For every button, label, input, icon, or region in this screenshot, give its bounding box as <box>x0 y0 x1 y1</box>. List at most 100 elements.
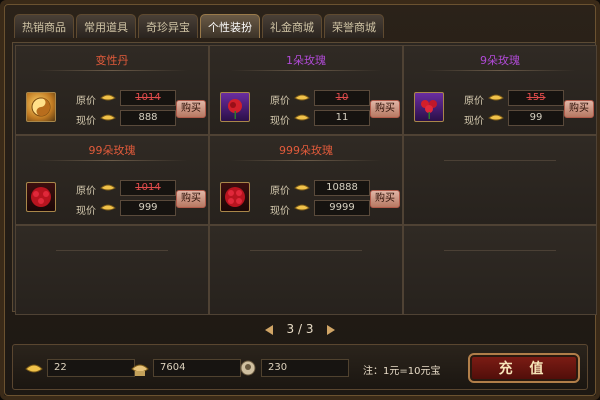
original-price-value: 1014 <box>120 180 176 196</box>
honor-amount: 230 <box>261 359 349 377</box>
divider <box>444 160 556 161</box>
gold-ingot-icon <box>488 94 504 101</box>
divider <box>230 160 382 161</box>
gold-ingot-icon <box>25 364 43 373</box>
tab-gift-gold-shop[interactable]: 礼金商城 <box>262 14 322 38</box>
currency-bar: 22 7604 230 注：1元=10元宝 充 值 <box>12 344 588 390</box>
buy-button[interactable]: 购买 <box>176 190 206 208</box>
buy-button[interactable]: 购买 <box>370 100 400 118</box>
original-price-row: 原价 10 <box>270 90 380 107</box>
items-grid: 变性丹 原价 1014 现价 888 购买 1朵玫瑰 原价 10 现价 11 购… <box>12 42 597 315</box>
divider <box>36 160 188 161</box>
original-price-label: 原价 <box>270 96 290 107</box>
ninety-nine-roses-icon <box>31 187 51 207</box>
gift-ingot-amount: 7604 <box>153 359 241 377</box>
original-price-label: 原价 <box>76 96 96 107</box>
empty-item-slot <box>403 225 597 315</box>
tab-rare-treasures[interactable]: 奇珍异宝 <box>138 14 198 38</box>
original-price-row: 原价 155 <box>464 90 574 107</box>
current-price-row: 现价 888 <box>76 110 186 127</box>
honor-icon <box>240 360 256 376</box>
divider <box>444 250 556 251</box>
item-card: 1朵玫瑰 原价 10 现价 11 购买 <box>209 45 403 135</box>
original-price-value: 1014 <box>120 90 176 106</box>
original-price-label: 原价 <box>464 96 484 107</box>
pagination: 3 / 3 <box>4 322 596 336</box>
current-price-value: 999 <box>120 200 176 216</box>
next-page-icon[interactable] <box>327 324 336 335</box>
current-price-label: 现价 <box>270 116 290 127</box>
item-name: 9朵玫瑰 <box>480 54 520 67</box>
gold-ingot-icon <box>488 114 504 121</box>
recharge-button[interactable]: 充 值 <box>468 353 580 383</box>
nine-hundred-ninety-nine-roses-icon <box>225 187 245 207</box>
original-price-row: 原价 10888 <box>270 180 380 197</box>
yin-yang-pill-icon <box>31 97 51 117</box>
buy-button[interactable]: 购买 <box>176 100 206 118</box>
current-price-label: 现价 <box>464 116 484 127</box>
buy-button[interactable]: 购买 <box>564 100 594 118</box>
nine-roses-icon[interactable] <box>414 92 444 122</box>
gold-ingot-icon <box>294 204 310 211</box>
tab-common-props[interactable]: 常用道具 <box>76 14 136 38</box>
current-price-row: 现价 99 <box>464 110 574 127</box>
original-price-row: 原价 1014 <box>76 90 186 107</box>
divider <box>56 250 168 251</box>
current-price-value: 99 <box>508 110 564 126</box>
nine-hundred-ninety-nine-roses-icon[interactable] <box>220 182 250 212</box>
item-name: 1朵玫瑰 <box>286 54 326 67</box>
current-price-row: 现价 11 <box>270 110 380 127</box>
gold-ingot-icon <box>294 114 310 121</box>
nine-roses-icon <box>421 100 437 119</box>
item-card: 9朵玫瑰 原价 155 现价 99 购买 <box>403 45 597 135</box>
previous-page-icon[interactable] <box>264 324 273 335</box>
item-name: 变性丹 <box>95 54 129 67</box>
buy-button[interactable]: 购买 <box>370 190 400 208</box>
current-price-label: 现价 <box>270 206 290 217</box>
tab-personal-dressup[interactable]: 个性装扮 <box>200 14 260 38</box>
item-card: 变性丹 原价 1014 现价 888 购买 <box>15 45 209 135</box>
gold-ingot-icon <box>100 204 116 211</box>
item-card: 99朵玫瑰 原价 1014 现价 999 购买 <box>15 135 209 225</box>
single-rose-icon <box>228 99 242 119</box>
page-indicator: 3 / 3 <box>286 322 314 336</box>
original-price-value: 10 <box>314 90 370 106</box>
gold-ingot-icon <box>100 184 116 191</box>
original-price-label: 原价 <box>270 186 290 197</box>
gold-ingot-amount: 22 <box>47 359 135 377</box>
empty-item-slot <box>15 225 209 315</box>
shop-window: 热销商品 常用道具 奇珍异宝 个性装扮 礼金商城 荣誉商城 变性丹 原价 101… <box>0 0 600 400</box>
current-price-value: 11 <box>314 110 370 126</box>
tab-hot-items[interactable]: 热销商品 <box>14 14 74 38</box>
current-price-row: 现价 9999 <box>270 200 380 217</box>
original-price-label: 原价 <box>76 186 96 197</box>
divider <box>230 70 382 71</box>
empty-item-slot <box>403 135 597 225</box>
original-price-value: 155 <box>508 90 564 106</box>
exchange-rate-note: 注：1元=10元宝 <box>363 366 441 377</box>
item-name: 99朵玫瑰 <box>88 144 136 157</box>
single-rose-icon[interactable] <box>220 92 250 122</box>
original-price-value: 10888 <box>314 180 370 196</box>
current-price-value: 9999 <box>314 200 370 216</box>
original-price-row: 原价 1014 <box>76 180 186 197</box>
gift-ingot-icon <box>131 364 149 376</box>
current-price-label: 现价 <box>76 116 96 127</box>
current-price-value: 888 <box>120 110 176 126</box>
gold-ingot-icon <box>294 94 310 101</box>
tab-honor-shop[interactable]: 荣誉商城 <box>324 14 384 38</box>
current-price-row: 现价 999 <box>76 200 186 217</box>
item-name: 999朵玫瑰 <box>279 144 333 157</box>
gold-ingot-icon <box>100 94 116 101</box>
divider <box>424 70 576 71</box>
gold-ingot-icon <box>100 114 116 121</box>
empty-item-slot <box>209 225 403 315</box>
current-price-label: 现价 <box>76 206 96 217</box>
divider <box>250 250 362 251</box>
item-card: 999朵玫瑰 原价 10888 现价 9999 购买 <box>209 135 403 225</box>
tab-bar: 热销商品 常用道具 奇珍异宝 个性装扮 礼金商城 荣誉商城 <box>14 14 386 40</box>
divider <box>36 70 188 71</box>
gold-ingot-icon <box>294 184 310 191</box>
ninety-nine-roses-icon[interactable] <box>26 182 56 212</box>
yin-yang-pill-icon[interactable] <box>26 92 56 122</box>
